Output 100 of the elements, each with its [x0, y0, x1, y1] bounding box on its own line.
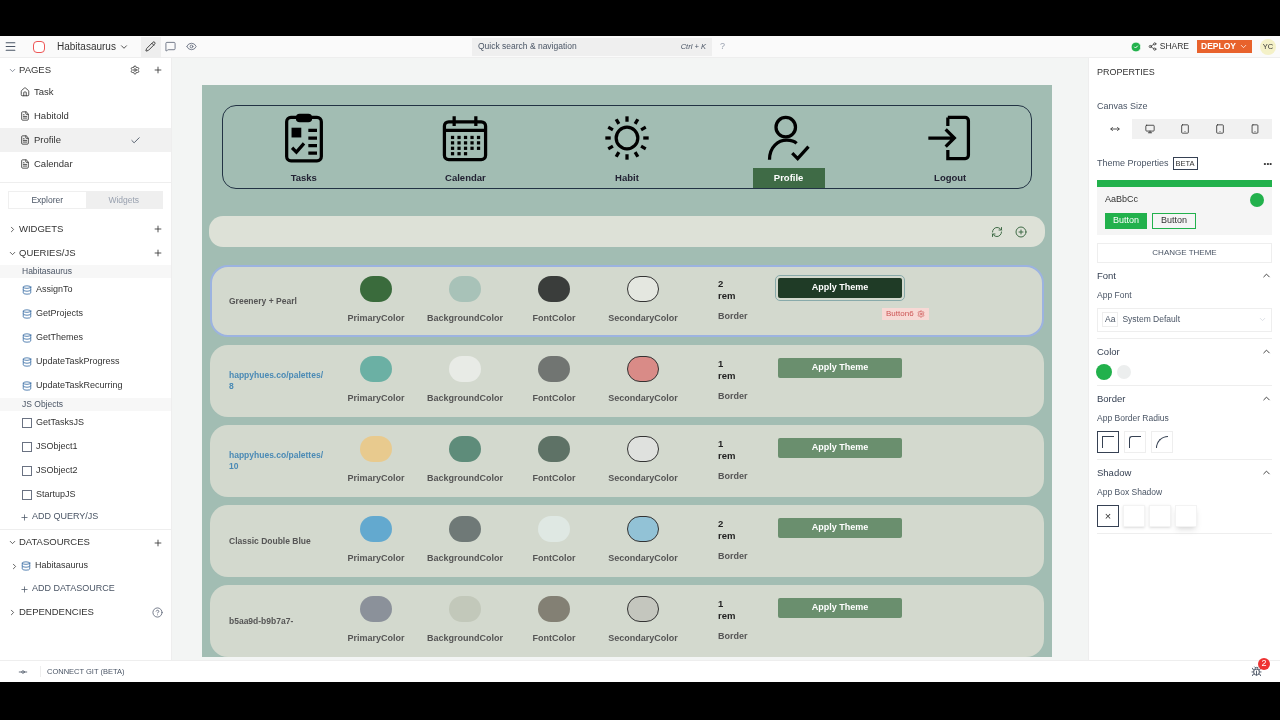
monitor-icon — [1144, 124, 1155, 134]
nav-item[interactable]: Calendar — [429, 112, 502, 189]
js-file-icon — [22, 466, 32, 476]
settings-icon[interactable] — [130, 65, 140, 75]
help-icon[interactable] — [152, 606, 163, 618]
comment-icon[interactable] — [164, 41, 176, 52]
border-label: Border — [718, 310, 749, 324]
more-button[interactable]: ••• — [1263, 157, 1272, 170]
query-item[interactable]: StartupJS — [0, 483, 171, 507]
check-icon — [130, 134, 141, 146]
swatch-label: PrimaryColor — [347, 312, 405, 326]
nav-item[interactable]: Profile — [752, 112, 825, 189]
border-label: Border — [718, 550, 749, 564]
refresh-icon[interactable] — [991, 225, 1003, 238]
add-icon[interactable] — [1015, 225, 1027, 238]
theme-name: b5aa9d-b9b7a7- — [228, 615, 295, 627]
plus-icon — [20, 512, 29, 522]
database-icon — [22, 309, 32, 319]
swatch-label: FontColor — [532, 472, 576, 486]
nav-item[interactable]: Tasks — [267, 112, 340, 189]
database-icon — [22, 333, 32, 343]
add-icon[interactable] — [153, 65, 163, 75]
query-item[interactable]: GetThemes — [0, 326, 171, 350]
shadow-option[interactable]: × — [1097, 504, 1119, 527]
border-label: Border — [718, 390, 749, 404]
swatch-label: BackgroundColor — [427, 552, 503, 566]
field-label: Theme Properties — [1097, 157, 1169, 170]
tablet-icon — [1179, 124, 1190, 134]
chevron-down-icon — [1258, 315, 1267, 324]
nav-item[interactable]: Logout — [914, 112, 987, 189]
share-button[interactable]: SHARE — [1147, 40, 1190, 53]
menu-icon[interactable] — [4, 40, 17, 53]
app-logo-icon — [33, 40, 45, 53]
page-icon — [20, 111, 30, 121]
caret-icon — [1239, 42, 1248, 51]
page-item[interactable]: Profile — [0, 128, 171, 152]
border-value: 2 rem — [718, 278, 737, 303]
database-icon — [22, 285, 32, 295]
query-item[interactable]: AssignTo — [0, 278, 171, 302]
swatch-label: SecondaryColor — [608, 312, 678, 326]
page-item[interactable]: Habitold — [0, 104, 171, 128]
section-title: DATASOURCES — [19, 535, 91, 550]
apply-theme-button[interactable]: Apply Theme — [778, 598, 902, 618]
bug-icon[interactable] — [1251, 666, 1262, 677]
widget-name: Button6 — [886, 308, 914, 320]
query-item[interactable]: JSObject1 — [0, 435, 171, 459]
panel-tab[interactable]: Explorer — [9, 192, 86, 208]
color-option[interactable] — [1097, 364, 1111, 379]
border-value: 1 rem — [718, 438, 737, 463]
radius-option[interactable] — [1097, 430, 1119, 453]
panel-title: PROPERTIES — [1097, 66, 1156, 79]
section-title: QUERIES/JS — [19, 245, 77, 260]
page-icon — [20, 159, 30, 169]
change-theme-button[interactable]: CHANGE THEME — [1097, 242, 1272, 263]
add-icon[interactable] — [153, 537, 163, 548]
database-icon — [22, 381, 32, 391]
query-item[interactable]: GetProjects — [0, 302, 171, 326]
border-value: 1 rem — [718, 358, 737, 383]
field-label: App Box Shadow — [1097, 486, 1164, 499]
home-icon — [20, 87, 30, 97]
chevron-right-icon[interactable] — [8, 607, 17, 617]
swatch-label: PrimaryColor — [347, 472, 405, 486]
chevron-down-icon[interactable] — [8, 538, 17, 547]
js-file-icon — [22, 442, 32, 452]
query-item[interactable]: UpdateTaskRecurring — [0, 374, 171, 398]
view-icon[interactable] — [185, 41, 197, 52]
field-label: App Border Radius — [1097, 412, 1170, 425]
apply-theme-button[interactable]: Apply Theme — [778, 278, 902, 298]
apply-theme-button[interactable]: Apply Theme — [778, 358, 902, 378]
edit-icon[interactable] — [145, 41, 157, 52]
page-item[interactable]: Task — [0, 80, 171, 104]
page-item[interactable]: Calendar — [0, 152, 171, 176]
database-icon — [22, 357, 32, 367]
nav-item[interactable]: Habit — [591, 112, 663, 189]
add-query-link[interactable]: ADD QUERY/JS — [32, 510, 99, 524]
apply-theme-button[interactable]: Apply Theme — [778, 438, 902, 458]
chevron-right-icon[interactable] — [8, 224, 17, 234]
section-title: Border — [1097, 391, 1127, 406]
query-item[interactable]: JSObject2 — [0, 459, 171, 483]
add-icon[interactable] — [153, 248, 163, 258]
swatch-label: PrimaryColor — [347, 552, 405, 566]
swatch-label: SecondaryColor — [608, 632, 678, 646]
settings-icon[interactable] — [916, 310, 925, 318]
font-select[interactable]: Aa System Default — [1097, 307, 1272, 332]
section-title: Color — [1097, 344, 1121, 359]
apply-theme-button[interactable]: Apply Theme — [778, 518, 902, 538]
app-name-dropdown[interactable]: Habitasaurus — [57, 39, 129, 54]
query-item[interactable]: GetTasksJS — [0, 411, 171, 435]
swatch-label: SecondaryColor — [608, 392, 678, 406]
add-datasource-link[interactable]: ADD DATASOURCE — [32, 582, 115, 596]
section-title: Shadow — [1097, 465, 1133, 480]
js-file-icon — [22, 418, 32, 428]
add-icon[interactable] — [153, 224, 163, 234]
query-item[interactable]: UpdateTaskProgress — [0, 350, 171, 374]
group-label: Habitasaurus — [0, 265, 171, 278]
database-icon — [21, 561, 31, 571]
preview-text: AaBbCc — [1105, 192, 1140, 206]
datasource-item[interactable]: Habitasaurus — [0, 555, 171, 577]
border-value: 1 rem — [718, 598, 737, 623]
field-label: Canvas Size — [1097, 99, 1149, 113]
